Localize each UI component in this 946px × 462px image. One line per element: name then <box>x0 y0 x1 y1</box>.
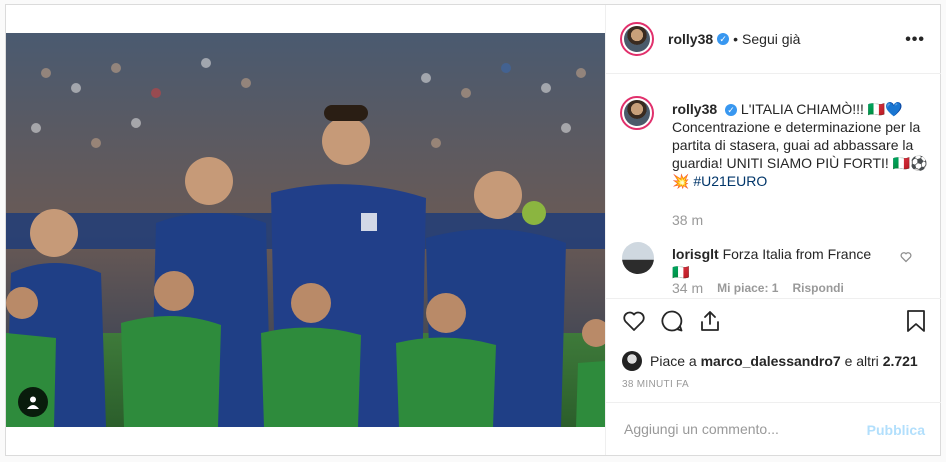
person-tag-icon[interactable] <box>18 387 48 417</box>
likes-middle: e altri <box>844 353 879 369</box>
heart-icon[interactable] <box>900 250 912 268</box>
more-options-icon[interactable]: ••• <box>905 31 925 49</box>
instagram-post: rolly38 ✓ • Segui già ••• rolly38 ✓ L'IT… <box>5 4 941 456</box>
likes-count[interactable]: 2.721 <box>883 353 918 369</box>
commenter-username[interactable]: lorisglt <box>672 246 719 262</box>
caption-hashtag[interactable]: #U21EURO <box>693 173 767 189</box>
commenter-avatar[interactable] <box>622 242 654 274</box>
comment-likes[interactable]: Mi piace: 1 <box>717 281 778 295</box>
publish-button[interactable]: Pubblica <box>867 422 925 438</box>
separator-dot: • <box>733 31 739 47</box>
post-actions: Piace a marco_dalessandro7 e altri 2.721… <box>606 298 941 412</box>
caption-author-avatar[interactable] <box>620 96 654 130</box>
liker-username[interactable]: marco_dalessandro7 <box>701 353 841 369</box>
likes-prefix: Piace a <box>650 353 697 369</box>
heart-icon[interactable] <box>622 309 646 338</box>
post-sidebar: rolly38 ✓ • Segui già ••• rolly38 ✓ L'IT… <box>605 5 941 455</box>
author-avatar[interactable] <box>620 22 654 56</box>
likes-summary: Piace a marco_dalessandro7 e altri 2.721 <box>622 351 918 371</box>
following-button[interactable]: Segui già <box>742 31 800 47</box>
comments-list: rolly38 ✓ L'ITALIA CHIAMÒ!!! 🇮🇹💙 Concent… <box>606 74 941 298</box>
author-username[interactable]: rolly38 <box>668 31 713 47</box>
share-icon[interactable] <box>698 309 722 338</box>
post-photo[interactable] <box>6 33 605 427</box>
comment-bubble-icon[interactable] <box>660 309 684 338</box>
bookmark-icon[interactable] <box>905 309 927 338</box>
liker-avatar[interactable] <box>622 351 642 371</box>
comment-meta: 34 m Mi piace: 1 Rispondi <box>672 280 844 296</box>
verified-badge-icon: ✓ <box>725 104 738 117</box>
verified-badge-icon: ✓ <box>717 33 730 45</box>
post-timestamp[interactable]: 38 MINUTI FA <box>622 379 689 390</box>
team-photo-illustration <box>6 33 605 427</box>
reply-button[interactable]: Rispondi <box>792 281 843 295</box>
add-comment-bar: Pubblica <box>606 402 941 455</box>
post-header: rolly38 ✓ • Segui già ••• <box>606 5 941 74</box>
comment-input[interactable] <box>622 420 856 438</box>
caption-username[interactable]: rolly38 <box>672 101 717 117</box>
comment-time: 34 m <box>672 280 704 296</box>
caption-time: 38 m <box>672 212 704 228</box>
